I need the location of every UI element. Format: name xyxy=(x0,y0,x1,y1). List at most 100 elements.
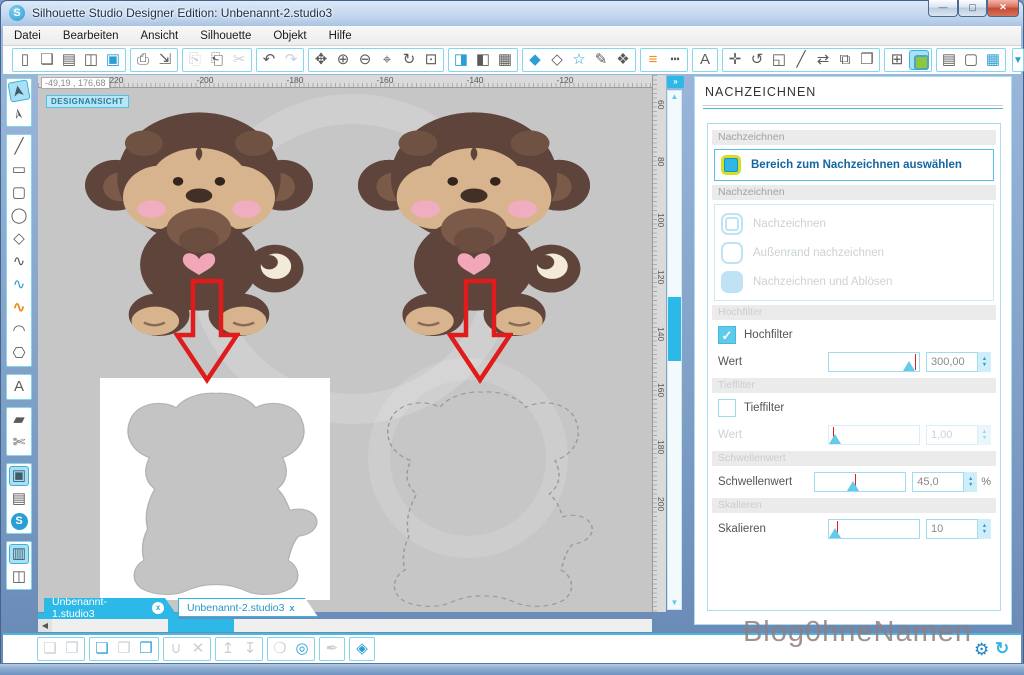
traced-silhouette-outline[interactable] xyxy=(366,380,600,608)
line-color-icon[interactable]: ≡ xyxy=(643,50,663,70)
library-view-icon[interactable]: ▤ xyxy=(9,489,29,509)
weld-icon[interactable]: ∪ xyxy=(166,639,186,659)
menu-silhouette[interactable]: Silhouette xyxy=(189,26,262,46)
minimize-button[interactable]: — xyxy=(928,0,958,17)
eyedropper-icon[interactable]: ✒ xyxy=(322,639,342,659)
knife-tool-icon[interactable]: ✄ xyxy=(9,433,29,453)
open-icon[interactable]: ❏ xyxy=(37,50,57,70)
tab-close-icon[interactable]: x xyxy=(290,603,295,613)
sync-icon[interactable]: ↻ xyxy=(995,639,1009,659)
cut-icon[interactable]: ✂ xyxy=(229,50,249,70)
delete-icon[interactable]: ✕ xyxy=(188,639,208,659)
scroll-up-icon[interactable]: ▲ xyxy=(668,91,681,103)
open-on-device-icon[interactable]: ▤ xyxy=(59,50,79,70)
skalieren-spinner[interactable]: ▲▼ xyxy=(978,519,991,539)
arc-tool-icon[interactable]: ◠ xyxy=(9,321,29,341)
skalieren-slider[interactable] xyxy=(828,519,920,539)
scroll-left-icon[interactable]: ◀ xyxy=(38,619,52,632)
shape-edit-icon[interactable]: ✎ xyxy=(591,50,611,70)
settings-gear-icon[interactable]: ⚙ xyxy=(974,640,989,660)
vertical-scroll-thumb[interactable] xyxy=(668,297,681,361)
select-trace-area-button[interactable]: Bereich zum Nachzeichnen auswählen xyxy=(714,149,994,181)
split-panel-icon[interactable]: ◫ xyxy=(9,567,29,587)
trace-option-abloesen[interactable]: Nachzeichnen und Ablösen xyxy=(721,267,987,296)
erase-overlap-icon[interactable]: ❍ xyxy=(270,639,290,659)
select-tool-icon[interactable]: ➤ xyxy=(7,79,30,102)
smooth-freehand-tool-icon[interactable]: ∿ xyxy=(9,298,29,318)
store-view-icon[interactable]: S xyxy=(11,513,28,530)
duplicate-icon[interactable]: ❐ xyxy=(114,639,134,659)
new-document-icon[interactable]: ▯ xyxy=(15,50,35,70)
zoom-reset-icon[interactable]: ↻ xyxy=(399,50,419,70)
horizontal-scroll-thumb[interactable] xyxy=(168,619,234,632)
shape-offset-icon[interactable]: ❖ xyxy=(613,50,633,70)
scale-icon[interactable]: ◱ xyxy=(769,50,789,70)
zoom-in-icon[interactable]: ⊕ xyxy=(333,50,353,70)
page-outline-icon[interactable]: ▢ xyxy=(961,50,981,70)
hochfilter-checkbox[interactable]: ✓ xyxy=(718,326,736,344)
line-dash-icon[interactable]: ┅ xyxy=(665,50,685,70)
menu-objekt[interactable]: Objekt xyxy=(262,26,317,46)
group-icon[interactable]: ❑ xyxy=(40,639,60,659)
grid-icon[interactable]: ▦ xyxy=(983,50,1003,70)
schwellenwert-value-field[interactable]: 45,0 xyxy=(912,472,964,492)
shape-fill-icon[interactable]: ◆ xyxy=(525,50,545,70)
menu-hilfe[interactable]: Hilfe xyxy=(318,26,363,46)
design-view-icon[interactable]: ▣ xyxy=(9,466,29,486)
ungroup-icon[interactable]: ❒ xyxy=(62,639,82,659)
traced-silhouette-filled[interactable] xyxy=(108,382,324,596)
rectangle-tool-icon[interactable]: ▭ xyxy=(9,160,29,180)
trace-option-nachzeichnen[interactable]: Nachzeichnen xyxy=(721,209,987,238)
schwellenwert-slider[interactable] xyxy=(814,472,906,492)
skalieren-value-field[interactable]: 10 xyxy=(926,519,978,539)
shape-outline-icon[interactable]: ◇ xyxy=(547,50,567,70)
duplicate-filled-icon[interactable]: ❒ xyxy=(136,639,156,659)
punch-page-icon[interactable]: ▤ xyxy=(939,50,959,70)
curve-tool-icon[interactable]: ∿ xyxy=(9,252,29,272)
send-to-silhouette-icon[interactable]: ⇲ xyxy=(155,50,175,70)
mirror-icon[interactable]: ⇄ xyxy=(813,50,833,70)
regular-polygon-tool-icon[interactable]: ⎔ xyxy=(9,344,29,364)
fit-to-page-icon[interactable]: ⊡ xyxy=(421,50,441,70)
save-to-library-icon[interactable]: ▣ xyxy=(103,50,123,70)
text-tool-icon[interactable]: A xyxy=(9,377,29,397)
save-icon[interactable]: ◫ xyxy=(81,50,101,70)
horizontal-scrollbar[interactable]: ◀ xyxy=(38,619,652,632)
zoom-out-icon[interactable]: ⊖ xyxy=(355,50,375,70)
tab-unbenannt-1[interactable]: Unbenannt-1.studio3 x xyxy=(44,598,178,617)
star-outline-icon[interactable]: ☆ xyxy=(569,50,589,70)
page-panel-icon[interactable]: ▥ xyxy=(9,544,29,564)
edit-points-tool-icon[interactable]: ➢ xyxy=(7,102,30,125)
nest-icon[interactable]: ❒ xyxy=(857,50,877,70)
concentric-icon[interactable]: ◎ xyxy=(292,639,312,659)
eraser-tool-icon[interactable]: ▰ xyxy=(9,410,29,430)
hochfilter-value-field[interactable]: 300,00 xyxy=(926,352,978,372)
layers-icon[interactable]: ◈ xyxy=(352,639,372,659)
polygon-tool-icon[interactable]: ◇ xyxy=(9,229,29,249)
freehand-tool-icon[interactable]: ∿ xyxy=(9,275,29,295)
close-button[interactable]: ✕ xyxy=(987,0,1019,17)
copy-icon[interactable]: ⎘ xyxy=(185,50,205,70)
bring-forward-icon[interactable]: ↥ xyxy=(218,639,238,659)
ellipse-tool-icon[interactable]: ◯ xyxy=(9,206,29,226)
trace-option-aussenrand[interactable]: Außenrand nachzeichnen xyxy=(721,238,987,267)
rounded-rectangle-tool-icon[interactable]: ▢ xyxy=(9,183,29,203)
hochfilter-spinner[interactable]: ▲▼ xyxy=(978,352,991,372)
rotate-icon[interactable]: ↺ xyxy=(747,50,767,70)
undo-icon[interactable]: ↶ xyxy=(259,50,279,70)
open-trace-file-icon[interactable]: ⊞ xyxy=(887,50,907,70)
toolbar-overflow-dropdown[interactable]: ▼ xyxy=(1012,48,1024,72)
pan-icon[interactable]: ✥ xyxy=(311,50,331,70)
redo-icon[interactable]: ↷ xyxy=(281,50,301,70)
replicate-icon[interactable]: ⧉ xyxy=(835,50,855,70)
print-icon[interactable]: ⎙ xyxy=(133,50,153,70)
paste-icon[interactable]: ⎗ xyxy=(207,50,227,70)
hochfilter-slider[interactable] xyxy=(828,352,920,372)
menu-datei[interactable]: Datei xyxy=(3,26,52,46)
move-icon[interactable]: ✛ xyxy=(725,50,745,70)
schwellenwert-spinner[interactable]: ▲▼ xyxy=(964,472,977,492)
collapse-panel-chevron-icon[interactable]: » xyxy=(667,76,684,88)
menu-bearbeiten[interactable]: Bearbeiten xyxy=(52,26,130,46)
line-tool-icon[interactable]: ╱ xyxy=(9,137,29,157)
send-backward-icon[interactable]: ↧ xyxy=(240,639,260,659)
